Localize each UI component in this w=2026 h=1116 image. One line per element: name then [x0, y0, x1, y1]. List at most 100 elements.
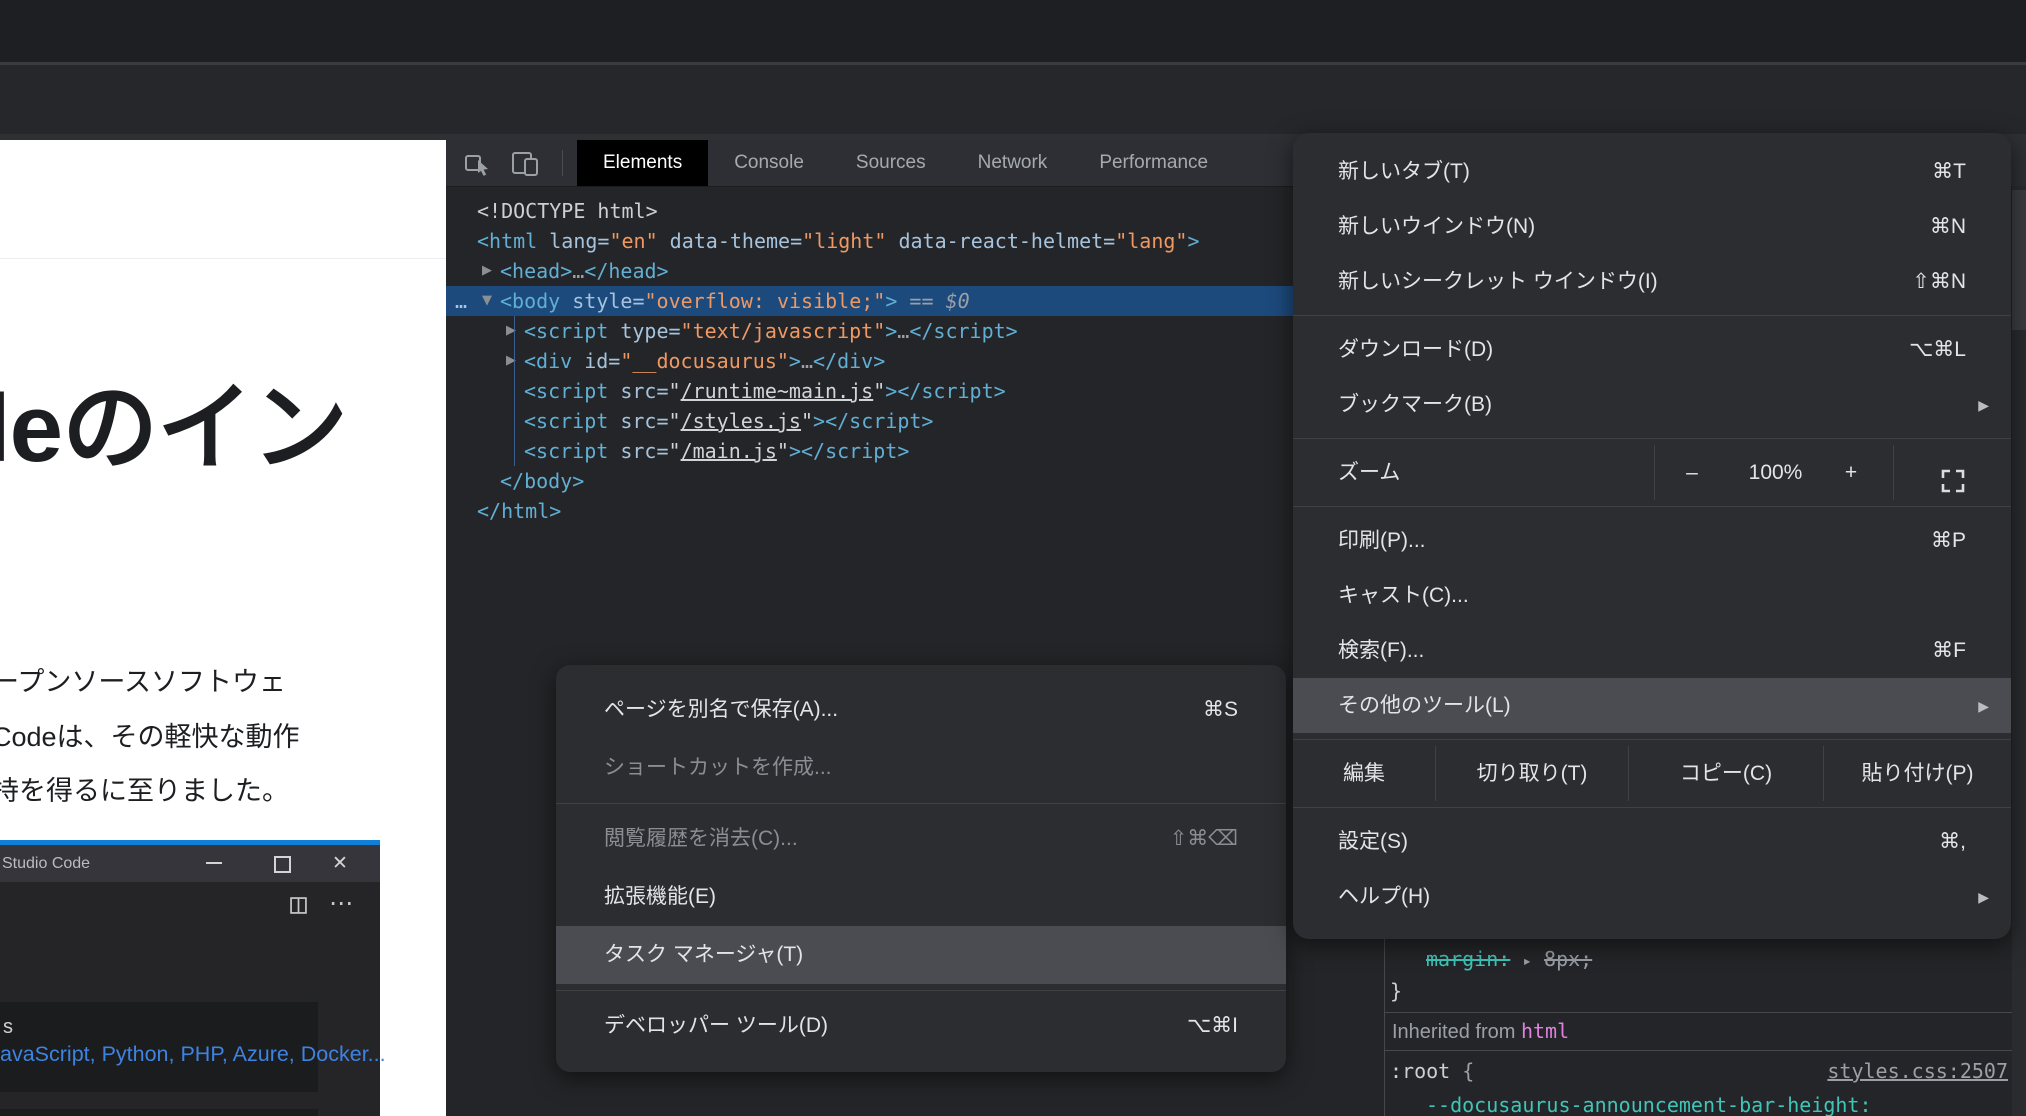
code-segment: <div	[524, 349, 572, 373]
main-menu-item-help[interactable]: ヘルプ(H)▶	[1293, 869, 2011, 924]
context-menu-item-task-manager[interactable]: タスク マネージャ(T)	[556, 926, 1286, 984]
main-menu-item-settings[interactable]: 設定(S)⌘,	[1293, 814, 2011, 869]
menu-item-label: その他のツール(L)	[1338, 694, 1511, 717]
code-segment: type=	[608, 319, 680, 343]
devtools-tab-sources[interactable]: Sources	[830, 140, 952, 186]
main-menu-item-more-tools[interactable]: その他のツール(L) ▶	[1293, 678, 2011, 733]
node-options-icon[interactable]: …	[455, 286, 468, 316]
fullscreen-icon[interactable]	[1940, 460, 1966, 515]
dom-node[interactable]: <html lang="en" data-theme="light" data-…	[446, 226, 1415, 256]
menu-item-label: キャスト(C)...	[1338, 584, 1469, 607]
inherited-selector[interactable]: html	[1521, 1019, 1569, 1043]
zoom-out-button[interactable]: –	[1678, 445, 1706, 500]
devtools-tab-network[interactable]: Network	[952, 140, 1074, 186]
devtools-tab-performance[interactable]: Performance	[1073, 140, 1234, 186]
vscode-welcome-panel: s avaScript, Python, PHP, Azure, Docker.…	[0, 1002, 318, 1092]
expand-arrow-icon[interactable]: ▶	[482, 256, 492, 286]
vscode-maximize-icon	[274, 856, 291, 873]
menu-item-shortcut: ⌘S	[1203, 681, 1238, 739]
menu-separator	[1293, 438, 2011, 439]
menu-item-edit-1[interactable]: 切り取り(T)	[1435, 746, 1628, 801]
menu-item-edit-2[interactable]: コピー(C)	[1628, 746, 1823, 801]
menu-separator	[1293, 807, 2011, 808]
main-menu-item-new-incognito-window[interactable]: 新しいシークレット ウインドウ(I) ⇧⌘N	[1293, 254, 2011, 309]
dom-node[interactable]: ▶<head>…</head>	[446, 256, 1438, 286]
context-menu-item-save-page-as[interactable]: ページを別名で保存(A)... ⌘S	[556, 681, 1286, 739]
menu-item-label: 新しいシークレット ウインドウ(I)	[1338, 270, 1658, 293]
code-segment: "en"	[609, 229, 657, 253]
code-segment: >	[885, 319, 897, 343]
code-segment: …	[897, 319, 909, 343]
context-menu-item-create-shortcut[interactable]: ショートカットを作成...	[556, 739, 1286, 797]
dom-node[interactable]: </html>	[446, 496, 1415, 526]
menu-item-shortcut: ⇧⌘⌫	[1170, 810, 1238, 868]
dom-node[interactable]: <!DOCTYPE html>	[446, 196, 1415, 226]
code-segment: <script	[524, 319, 608, 343]
main-menu-item-downloads[interactable]: ダウンロード(D)⌥⌘L	[1293, 322, 2011, 377]
page-header-divider	[0, 258, 446, 259]
styles-separator	[1385, 1050, 2012, 1051]
code-segment: style=	[560, 289, 644, 313]
menu-item-label: 閲覧履歴を消去(C)...	[604, 827, 798, 850]
context-menu-item-developer-tools[interactable]: デベロッパー ツール(D)⌥⌘I	[556, 997, 1286, 1055]
main-menu-item-new-tab[interactable]: 新しいタブ(T)⌘T	[1293, 144, 2011, 199]
dom-node[interactable]: </body>	[446, 466, 1438, 496]
vscode-more-actions-icon: ⋯	[329, 894, 353, 914]
styles-scrollbar[interactable]	[2012, 186, 2026, 1116]
submenu-arrow-icon: ▶	[1978, 679, 1989, 734]
menu-item-shortcut: ⌘P	[1931, 513, 1966, 568]
css-custom-property[interactable]: --docusaurus-announcement-bar-height:	[1426, 1093, 1872, 1116]
menu-separator	[1293, 739, 2011, 740]
menu-item-label: ダウンロード(D)	[1338, 338, 1493, 361]
devtools-tab-elements[interactable]: Elements	[577, 140, 708, 186]
code-segment: <html	[477, 229, 537, 253]
code-segment: </head>	[584, 259, 668, 283]
menu-separator	[1293, 315, 2011, 316]
code-segment: </script>	[909, 319, 1017, 343]
code-segment: </body>	[500, 469, 584, 493]
shorthand-expand-icon[interactable]: ▸	[1522, 951, 1532, 970]
context-menu-item-extensions[interactable]: 拡張機能(E)	[556, 868, 1286, 926]
code-segment: src=	[608, 379, 668, 403]
main-menu-item-cast[interactable]: キャスト(C)...	[1293, 568, 2011, 623]
vscode-minimize-icon	[206, 862, 222, 864]
context-menu-item-clear-browsing-data[interactable]: 閲覧履歴を消去(C)... ⇧⌘⌫	[556, 810, 1286, 868]
zoom-in-button[interactable]: +	[1837, 445, 1865, 500]
code-segment: id=	[572, 349, 620, 373]
code-segment: "	[669, 379, 681, 403]
main-menu-item-bookmarks[interactable]: ブックマーク(B)▶	[1293, 377, 2011, 432]
vscode-panel-label: s	[3, 1016, 13, 1039]
more-tools-submenu: ページを別名で保存(A)... ⌘Sショートカットを作成... 閲覧履歴を消去(C)…	[556, 665, 1286, 1072]
vscode-close-icon: ✕	[332, 845, 348, 882]
code-segment: "	[669, 409, 681, 433]
code-segment: </script>	[897, 379, 1005, 403]
zoom-label: ズーム	[1338, 445, 1400, 500]
dom-node-selected[interactable]: …▼<body style="overflow: visible;"> == $…	[446, 286, 1438, 316]
css-source-link[interactable]: styles.css:2507	[1827, 1059, 2008, 1083]
code-segment: ==	[897, 289, 945, 313]
toolbar-separator	[562, 150, 563, 176]
menu-item-label: ページを別名で保存(A)...	[604, 698, 838, 721]
css-overridden-declaration[interactable]: margin: ▸ 8px;	[1426, 947, 1592, 971]
vscode-screenshot: Studio Code ✕ ⋯ s avaScript, Python, PHP…	[0, 840, 380, 1116]
menu-item-label: 検索(F)...	[1338, 639, 1424, 662]
menu-item-label: 新しいタブ(T)	[1338, 160, 1470, 183]
menu-item-edit-3[interactable]: 貼り付け(P)	[1823, 746, 2011, 801]
code-segment: "	[801, 409, 813, 433]
code-segment: /main.js	[681, 439, 777, 463]
code-segment: data-theme=	[658, 229, 803, 253]
main-menu-item-new-window[interactable]: 新しいウインドウ(N)⌘N	[1293, 199, 2011, 254]
vscode-titlebar: Studio Code ✕	[0, 845, 380, 882]
menu-item-shortcut: ⇧⌘N	[1912, 254, 1966, 309]
main-menu-item-print[interactable]: 印刷(P)...⌘P	[1293, 513, 2011, 568]
menu-item-edit-0[interactable]: 編集	[1293, 746, 1435, 801]
devtools-tab-console[interactable]: Console	[708, 140, 830, 186]
devtools-tabs: ElementsConsoleSourcesNetworkPerformance	[577, 140, 1234, 186]
collapse-arrow-icon[interactable]: ▼	[482, 286, 492, 316]
code-segment: lang=	[537, 229, 609, 253]
css-rule-selector[interactable]: :root {	[1390, 1059, 1474, 1083]
main-menu-item-find[interactable]: 検索(F)...⌘F	[1293, 623, 2011, 678]
vscode-title: Studio Code	[2, 845, 90, 882]
inspect-element-icon[interactable]	[462, 148, 492, 178]
device-toolbar-icon[interactable]	[510, 148, 540, 178]
